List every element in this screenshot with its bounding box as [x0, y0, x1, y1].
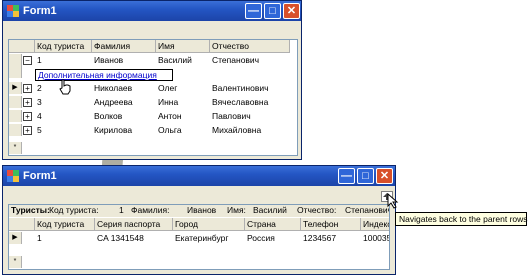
row-selector[interactable]: ▶ [9, 82, 22, 94]
new-row-marker: * [9, 256, 22, 268]
parent-field-value: 1 [119, 205, 124, 215]
cell-last-name[interactable]: Иванов [94, 54, 123, 66]
top-form-window: Form1 — □ ✕ Код туриста Фамилия Имя Отче… [2, 0, 302, 160]
cell-id[interactable]: 4 [37, 110, 42, 122]
expand-icon[interactable]: + [23, 126, 32, 135]
column-header-country[interactable]: Страна [245, 218, 301, 231]
column-header-id[interactable]: Код туриста [35, 40, 92, 53]
column-header-middle-name[interactable]: Отчество [210, 40, 290, 53]
cell-first-name[interactable]: Василий [158, 54, 192, 66]
parent-field-label: Фамилия: [131, 205, 170, 215]
cell-middle-name[interactable]: Степанович [212, 54, 259, 66]
form-app-icon [7, 5, 19, 17]
parent-rows-caption: Туристы: Код туриста: 1 Фамилия: Иванов Имя:… [9, 205, 390, 217]
maximize-button[interactable]: □ [264, 3, 281, 19]
expand-icon[interactable]: + [23, 84, 32, 93]
minimize-button[interactable]: — [245, 3, 262, 19]
parent-field-value: Иванов [187, 205, 217, 215]
cell-id[interactable]: 1 [37, 232, 42, 244]
cell-id[interactable]: 2 [37, 82, 42, 94]
new-row-marker: * [9, 142, 22, 154]
column-header-passport-series[interactable]: Серия паспорта [95, 218, 173, 231]
close-button[interactable]: ✕ [376, 168, 393, 184]
parent-field-value: Степанович [345, 205, 390, 215]
parent-field-label: Отчество: [297, 205, 337, 215]
cell-last[interactable]: Волков [94, 110, 122, 122]
cell-middle[interactable]: Валентинович [212, 82, 269, 94]
cell-first[interactable]: Инна [158, 96, 178, 108]
row-header-corner [9, 218, 35, 231]
relation-link[interactable]: Дополнительная информация [35, 69, 173, 81]
cell-middle[interactable]: Вячеславовна [212, 96, 268, 108]
row-header-corner [9, 40, 35, 53]
collapse-icon[interactable]: − [23, 56, 32, 65]
row-selector[interactable] [9, 110, 22, 122]
cell-phone[interactable]: 1234567 [303, 232, 336, 244]
column-header-last-name[interactable]: Фамилия [92, 40, 156, 53]
column-header-postal-index[interactable]: Индекс [361, 218, 389, 231]
maximize-button[interactable]: □ [357, 168, 374, 184]
cell-id[interactable]: 5 [37, 124, 42, 136]
parent-field-label: Имя: [227, 205, 246, 215]
row-selector[interactable] [9, 96, 22, 108]
row-selector[interactable] [9, 124, 22, 136]
cell-country[interactable]: Россия [247, 232, 275, 244]
top-form-title: Form1 [23, 5, 57, 17]
parent-field-value: Василий [253, 205, 287, 215]
cell-id[interactable]: 1 [37, 54, 42, 66]
expand-icon[interactable]: + [23, 98, 32, 107]
cell-middle[interactable]: Павлович [212, 110, 251, 122]
cell-postal-index[interactable]: 100035 [363, 232, 389, 244]
cell-first[interactable]: Олег [158, 82, 177, 94]
expand-icon[interactable]: + [23, 112, 32, 121]
close-button[interactable]: ✕ [283, 3, 300, 19]
cell-id[interactable]: 3 [37, 96, 42, 108]
bottom-form-titlebar[interactable]: Form1 — □ ✕ [3, 166, 395, 186]
cell-last[interactable]: Кирилова [94, 124, 132, 136]
hand-cursor-icon [59, 79, 71, 95]
cell-city[interactable]: Екатеринбург [175, 232, 228, 244]
cell-first[interactable]: Ольга [158, 124, 182, 136]
bottom-form-window: Form1 — □ ✕ Туристы: Код туриста: 1 Фамили… [2, 165, 399, 275]
column-header-city[interactable]: Город [173, 218, 245, 231]
arrow-cursor-icon [387, 193, 399, 209]
cell-middle[interactable]: Михайловна [212, 124, 261, 136]
column-header-id[interactable]: Код туриста [35, 218, 95, 231]
column-header-first-name[interactable]: Имя [156, 40, 210, 53]
tour-details-datagrid[interactable]: Туристы: Код туриста: 1 Фамилия: Иванов Имя:… [8, 204, 390, 270]
row-selector[interactable]: ▶ [9, 232, 22, 244]
column-header-phone[interactable]: Телефон [301, 218, 361, 231]
cell-last[interactable]: Андреева [94, 96, 133, 108]
bottom-form-title: Form1 [23, 170, 57, 182]
cell-last[interactable]: Николаев [94, 82, 132, 94]
form-app-icon [7, 170, 19, 182]
cell-passport-series[interactable]: CA 1341548 [97, 232, 144, 244]
tourists-datagrid[interactable]: Код туриста Фамилия Имя Отчество − 1 Ива… [8, 39, 298, 156]
parent-field-label: Код туриста: [49, 205, 99, 215]
parent-table-name: Туристы: [11, 205, 50, 215]
navigate-back-tooltip: Navigates back to the parent rows [395, 212, 528, 226]
minimize-button[interactable]: — [338, 168, 355, 184]
row-selector[interactable] [9, 54, 22, 78]
top-form-titlebar[interactable]: Form1 — □ ✕ [3, 1, 301, 21]
cell-first[interactable]: Антон [158, 110, 182, 122]
